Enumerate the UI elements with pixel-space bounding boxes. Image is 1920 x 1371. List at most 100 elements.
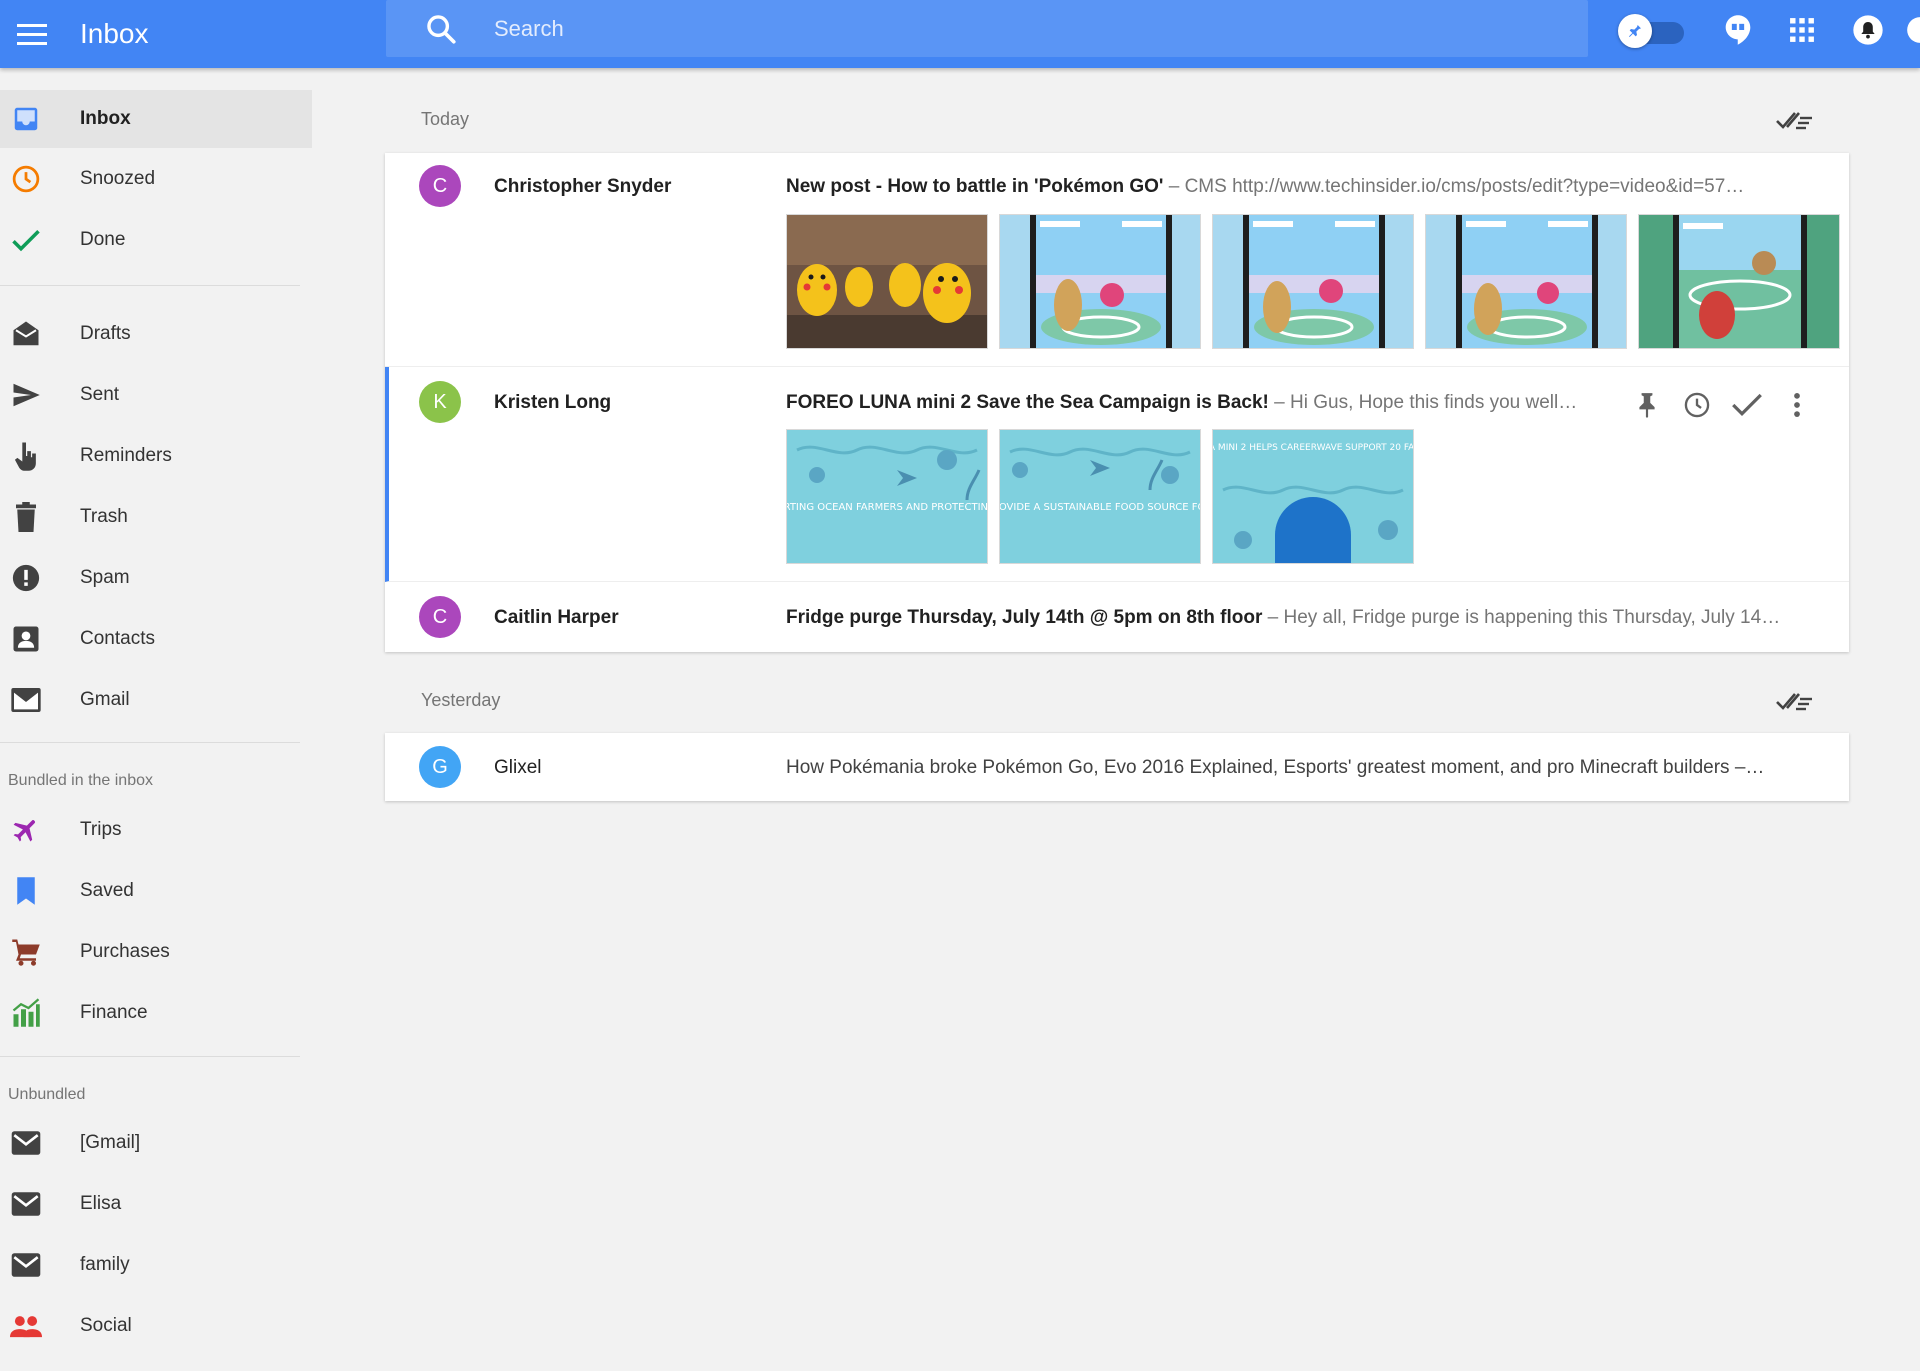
inbox-icon — [10, 103, 42, 135]
pokemon-gym-screenshot — [1213, 215, 1413, 348]
nav-item-elisa[interactable]: Elisa — [0, 1175, 312, 1233]
foreo-caption-1: ALL WHILE SUPPORTING OCEAN FARMERS AND P… — [787, 502, 988, 513]
mark-done-button[interactable] — [1729, 387, 1765, 423]
search-bar[interactable] — [386, 0, 1588, 57]
foreo-device-image: A LUNA MINI 2 HELPS CAREERWAVE SUPPORT 2… — [1213, 430, 1414, 563]
nav-item-gmail[interactable]: Gmail — [0, 671, 312, 729]
navigation-drawer: Inbox Snoozed Done Drafts Sent Reminders — [0, 68, 312, 1371]
nav-item-label: Saved — [80, 880, 134, 901]
attachment-thumbnail-pikachu[interactable] — [786, 214, 988, 349]
attachment-thumbnail-gym[interactable] — [1212, 214, 1414, 349]
avatar: K — [419, 381, 461, 423]
spam-icon — [10, 562, 42, 594]
pin-button[interactable] — [1629, 387, 1665, 423]
email-row-actions — [1629, 387, 1815, 423]
email-row[interactable]: C Christopher Snyder New post - How to b… — [385, 153, 1849, 367]
menu-button[interactable] — [12, 14, 52, 54]
nav-item-label: Reminders — [80, 445, 172, 466]
pokemon-battle-screenshot — [1639, 215, 1839, 348]
send-icon — [10, 379, 42, 411]
snooze-button[interactable] — [1679, 387, 1715, 423]
nav-item-saved[interactable]: Saved — [0, 862, 312, 920]
sweep-done-icon[interactable] — [1774, 685, 1814, 715]
checkmark-icon — [1732, 393, 1762, 417]
nav-item-inbox[interactable]: Inbox — [0, 90, 312, 148]
nav-item-trash[interactable]: Trash — [0, 488, 312, 546]
email-snippet: – CMS http://www.techinsider.io/cms/post… — [1163, 176, 1745, 197]
account-avatar-icon — [1907, 17, 1920, 43]
email-summary: Fridge purge Thursday, July 14th @ 5pm o… — [786, 607, 1830, 629]
apps-grid-button[interactable] — [1784, 12, 1820, 48]
pinned-toggle[interactable] — [1618, 14, 1688, 48]
contacts-icon — [10, 623, 42, 655]
nav-item-contacts[interactable]: Contacts — [0, 610, 312, 668]
section-header-today: Today — [421, 109, 470, 129]
pin-icon — [1629, 25, 1641, 37]
cart-icon — [10, 936, 42, 968]
nav-item-label: Finance — [80, 1002, 148, 1023]
top-app-bar: Inbox — [0, 0, 1920, 68]
email-summary: How Pokémania broke Pokémon Go, Evo 2016… — [786, 757, 1830, 779]
email-sender: Caitlin Harper — [494, 607, 619, 628]
notifications-button[interactable] — [1850, 12, 1886, 48]
hamburger-menu-icon — [17, 24, 47, 45]
search-icon[interactable] — [424, 12, 458, 46]
label-mail-icon — [10, 1127, 42, 1159]
unbundled-section-header: Unbundled — [8, 1086, 86, 1103]
nav-item-label: Purchases — [80, 941, 170, 962]
nav-item-sent[interactable]: Sent — [0, 366, 312, 424]
drafts-icon — [10, 318, 42, 350]
nav-item-reminders[interactable]: Reminders — [0, 427, 312, 485]
attachment-thumbnail-foreo[interactable]: THIS HELPS PROVIDE A SUSTAINABLE FOOD SO… — [999, 429, 1201, 564]
attachment-thumbnail-gym[interactable] — [999, 214, 1201, 349]
pikachu-crowd-image — [787, 215, 987, 348]
attachment-thumbnail-battle[interactable] — [1638, 214, 1840, 349]
email-row[interactable]: C Caitlin Harper Fridge purge Thursday, … — [385, 582, 1849, 652]
nav-item-drafts[interactable]: Drafts — [0, 305, 312, 363]
nav-item-label: Spam — [80, 567, 130, 588]
foreo-caption-2: THIS HELPS PROVIDE A SUSTAINABLE FOOD SO… — [1000, 502, 1201, 513]
bundled-section-header: Bundled in the inbox — [8, 772, 153, 789]
attachment-thumbnails — [786, 214, 1840, 349]
email-summary: New post - How to battle in 'Pokémon GO'… — [786, 176, 1830, 198]
nav-item-trips[interactable]: Trips — [0, 801, 312, 859]
sidebar-divider — [0, 1056, 300, 1057]
foreo-caption-3: A LUNA MINI 2 HELPS CAREERWAVE SUPPORT 2… — [1213, 443, 1414, 453]
email-sender: Kristen Long — [494, 392, 612, 413]
nav-item-social[interactable]: Social — [0, 1297, 312, 1355]
nav-item-label: Drafts — [80, 323, 131, 344]
email-summary: FOREO LUNA mini 2 Save the Sea Campaign … — [786, 392, 1611, 414]
attachment-thumbnail-foreo[interactable]: A LUNA MINI 2 HELPS CAREERWAVE SUPPORT 2… — [1212, 429, 1414, 564]
toggle-knob — [1618, 14, 1652, 48]
sidebar-divider — [0, 285, 300, 286]
airplane-icon — [10, 814, 42, 846]
account-avatar[interactable] — [1906, 12, 1920, 48]
reminder-hand-icon — [10, 440, 42, 472]
nav-item-label: Sent — [80, 384, 120, 405]
label-mail-icon — [10, 1249, 42, 1281]
attachment-thumbnail-gym[interactable] — [1425, 214, 1627, 349]
nav-item-purchases[interactable]: Purchases — [0, 923, 312, 981]
hangouts-button[interactable] — [1720, 12, 1756, 48]
nav-item-done[interactable]: Done — [0, 211, 312, 269]
nav-item-gmail-label[interactable]: [Gmail] — [0, 1114, 312, 1172]
email-row[interactable]: G Glixel How Pokémania broke Pokémon Go,… — [385, 733, 1849, 801]
hangouts-icon — [1725, 15, 1751, 45]
sweep-done-icon[interactable] — [1774, 104, 1814, 134]
trash-icon — [10, 501, 42, 533]
foreo-ocean-image: ALL WHILE SUPPORTING OCEAN FARMERS AND P… — [787, 430, 988, 563]
nav-item-snoozed[interactable]: Snoozed — [0, 150, 312, 208]
clock-icon — [10, 163, 42, 195]
nav-item-spam[interactable]: Spam — [0, 549, 312, 607]
nav-item-label: Contacts — [80, 628, 155, 649]
nav-item-finance[interactable]: Finance — [0, 984, 312, 1042]
nav-item-label: family — [80, 1254, 130, 1275]
nav-item-label: [Gmail] — [80, 1132, 141, 1153]
email-subject: Fridge purge Thursday, July 14th @ 5pm o… — [786, 607, 1263, 628]
search-input[interactable] — [494, 10, 1554, 48]
nav-item-family[interactable]: family — [0, 1236, 312, 1294]
email-row-selected[interactable]: K Kristen Long FOREO LUNA mini 2 Save th… — [385, 367, 1849, 582]
pokemon-gym-screenshot — [1426, 215, 1626, 348]
attachment-thumbnail-foreo[interactable]: ALL WHILE SUPPORTING OCEAN FARMERS AND P… — [786, 429, 988, 564]
more-options-button[interactable] — [1779, 387, 1815, 423]
